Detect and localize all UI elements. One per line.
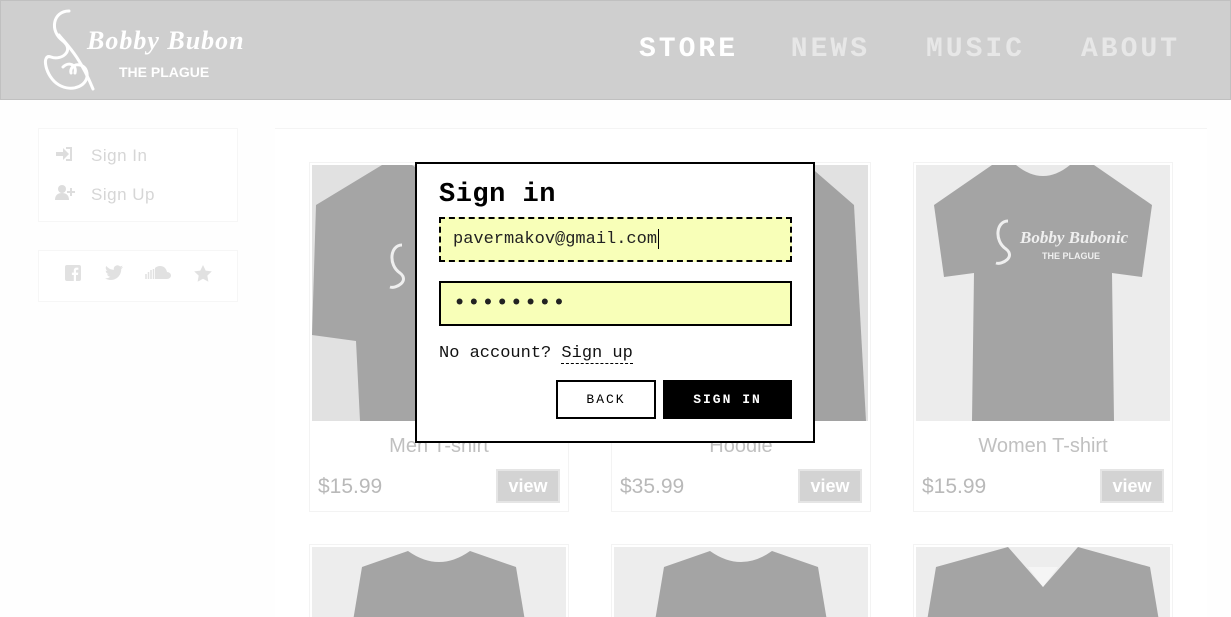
no-account-text: No account? Sign up bbox=[439, 344, 633, 364]
email-field[interactable]: pavermakov@gmail.com bbox=[439, 217, 792, 262]
back-button[interactable]: BACK bbox=[556, 380, 656, 419]
signup-link[interactable]: Sign up bbox=[561, 344, 633, 364]
sign-in-dialog: Sign in pavermakov@gmail.com •••••••• No… bbox=[415, 162, 815, 443]
no-account-label: No account? bbox=[439, 344, 552, 363]
email-value: pavermakov@gmail.com bbox=[453, 230, 658, 249]
dialog-title: Sign in bbox=[439, 180, 556, 210]
text-caret bbox=[658, 228, 660, 249]
sign-in-button[interactable]: SIGN IN bbox=[663, 380, 792, 419]
password-field[interactable]: •••••••• bbox=[439, 281, 792, 326]
